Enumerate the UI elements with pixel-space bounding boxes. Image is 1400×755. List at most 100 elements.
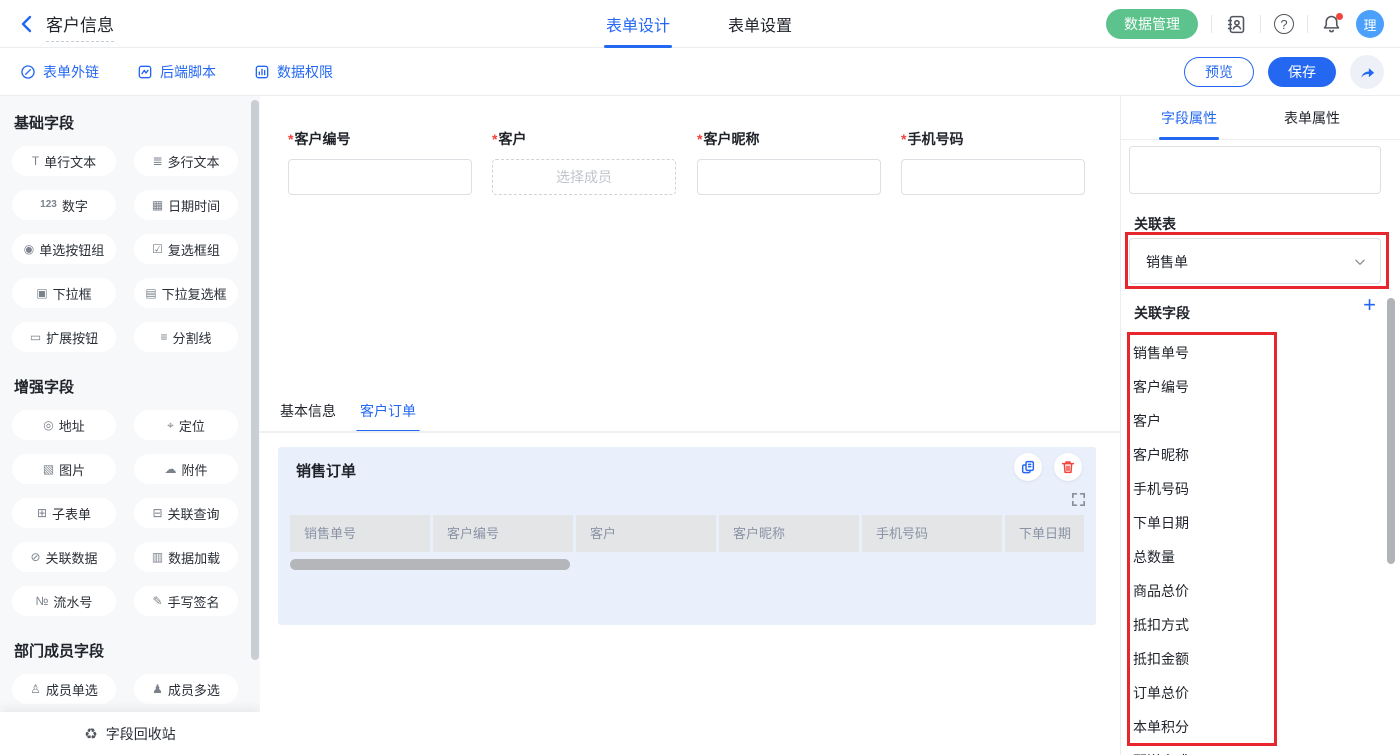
tab-form-settings[interactable]: 表单设置 bbox=[728, 0, 792, 48]
member-select-box[interactable]: 选择成员 bbox=[492, 159, 676, 195]
palette-item-single-line-text[interactable]: T单行文本 bbox=[12, 146, 116, 176]
related-field-item[interactable]: 本单积分 bbox=[1133, 710, 1189, 744]
palette-item-label: 下拉复选框 bbox=[162, 284, 227, 303]
related-field-item[interactable]: 客户编号 bbox=[1133, 370, 1189, 404]
help-icon[interactable]: ? bbox=[1274, 14, 1294, 34]
tab-basic-info[interactable]: 基本信息 bbox=[280, 401, 336, 433]
palette-item-divider-line[interactable]: ≡分割线 bbox=[134, 322, 238, 352]
subform-title: 销售订单 bbox=[296, 460, 356, 481]
palette-item-location[interactable]: ⌖定位 bbox=[134, 410, 238, 440]
palette-item-label: 数据加载 bbox=[168, 548, 220, 567]
palette-item-attachment[interactable]: ☁附件 bbox=[134, 454, 238, 484]
palette-item-label: 日期时间 bbox=[168, 196, 220, 215]
related-field-item[interactable]: 商品总价 bbox=[1133, 574, 1189, 608]
contacts-icon[interactable] bbox=[1225, 13, 1247, 35]
dropdown-icon: ▣ bbox=[36, 287, 47, 299]
palette-item-related-data[interactable]: ⊘关联数据 bbox=[12, 542, 116, 572]
tab-form-properties[interactable]: 表单属性 bbox=[1284, 108, 1340, 140]
customer-nickname-input[interactable] bbox=[697, 159, 881, 195]
external-link-button[interactable]: 表单外链 bbox=[20, 62, 99, 82]
notification-bell-icon[interactable] bbox=[1321, 13, 1343, 35]
related-data-icon: ⊘ bbox=[30, 551, 40, 563]
field-recycle-bin[interactable]: ♻ 字段回收站 bbox=[0, 712, 260, 755]
related-field-item[interactable]: 手机号码 bbox=[1133, 472, 1189, 506]
palette-item-subform[interactable]: ⊞子表单 bbox=[12, 498, 116, 528]
palette-item-label: 关联查询 bbox=[168, 504, 220, 523]
related-field-item[interactable]: 抵扣金额 bbox=[1133, 642, 1189, 676]
add-field-button[interactable]: + bbox=[1363, 294, 1376, 316]
palette-item-label: 复选框组 bbox=[168, 240, 220, 259]
palette-item-dropdown[interactable]: ▣下拉框 bbox=[12, 278, 116, 308]
tabs-divider bbox=[260, 431, 1120, 433]
required-mark: * bbox=[697, 131, 702, 147]
tab-customer-orders[interactable]: 客户订单 bbox=[360, 401, 416, 433]
notification-dot bbox=[1336, 13, 1343, 20]
palette-item-serial-number[interactable]: №流水号 bbox=[12, 586, 116, 616]
copy-button[interactable] bbox=[1014, 453, 1042, 481]
field-name-input[interactable] bbox=[1129, 146, 1381, 194]
palette-item-radio-group[interactable]: ◉单选按钮组 bbox=[12, 234, 116, 264]
related-fields-label: 关联字段 bbox=[1134, 303, 1190, 323]
share-button[interactable] bbox=[1350, 55, 1384, 89]
related-field-item[interactable]: 销售单号 bbox=[1133, 336, 1189, 370]
tab-field-properties[interactable]: 字段属性 bbox=[1161, 108, 1217, 140]
header-actions: 数据管理 ? 理 bbox=[1106, 0, 1384, 48]
palette-item-label: 定位 bbox=[179, 416, 205, 435]
field-label: *客户编号 bbox=[288, 129, 472, 149]
palette-item-member-multi[interactable]: ♟成员多选 bbox=[134, 674, 238, 704]
related-field-list: 销售单号 客户编号 客户 客户昵称 手机号码 下单日期 总数量 商品总价 抵扣方… bbox=[1133, 336, 1189, 755]
sales-order-subform[interactable]: 销售订单 销售单号 bbox=[278, 447, 1096, 625]
divider bbox=[1307, 15, 1308, 33]
palette-item-address[interactable]: ◎地址 bbox=[12, 410, 116, 440]
palette-item-label: 图片 bbox=[59, 460, 85, 479]
field-customer-nickname[interactable]: *客户昵称 bbox=[697, 129, 881, 195]
backend-script-button[interactable]: 后端脚本 bbox=[137, 62, 216, 82]
sidebar-scrollbar[interactable] bbox=[251, 100, 259, 660]
palette-item-number[interactable]: 123数字 bbox=[12, 190, 116, 220]
related-field-item[interactable]: 下单日期 bbox=[1133, 506, 1189, 540]
trash-button[interactable] bbox=[1054, 453, 1082, 481]
field-customer[interactable]: *客户 选择成员 bbox=[492, 129, 676, 195]
related-field-item[interactable]: 客户昵称 bbox=[1133, 438, 1189, 472]
palette-item-label: 分割线 bbox=[173, 328, 212, 347]
field-palette-sidebar: 基础字段 T单行文本 ≣多行文本 123数字 ▦日期时间 ◉单选按钮组 ☑复选框… bbox=[0, 96, 260, 755]
field-customer-code[interactable]: *客户编号 bbox=[288, 129, 472, 195]
related-field-item[interactable]: 总数量 bbox=[1133, 540, 1189, 574]
palette-item-signature[interactable]: ✎手写签名 bbox=[134, 586, 238, 616]
panel-scrollbar[interactable] bbox=[1387, 298, 1395, 564]
related-field-item[interactable]: 订单总价 bbox=[1133, 676, 1189, 710]
expand-icon[interactable] bbox=[1070, 491, 1087, 508]
extend-button-icon: ▭ bbox=[30, 331, 41, 343]
palette-item-image[interactable]: ▧图片 bbox=[12, 454, 116, 484]
related-field-item[interactable]: 抵扣方式 bbox=[1133, 608, 1189, 642]
canvas-section-tabs: 基本信息 客户订单 bbox=[280, 401, 416, 433]
palette-item-related-query[interactable]: ⊟关联查询 bbox=[134, 498, 238, 528]
subform-horizontal-scrollbar[interactable] bbox=[290, 559, 570, 570]
palette-item-member-single[interactable]: ♙成员单选 bbox=[12, 674, 116, 704]
tab-form-design[interactable]: 表单设计 bbox=[606, 0, 670, 48]
single-line-text-icon: T bbox=[32, 155, 39, 167]
palette-item-extend-button[interactable]: ▭扩展按钮 bbox=[12, 322, 116, 352]
save-button[interactable]: 保存 bbox=[1268, 57, 1336, 87]
customer-code-input[interactable] bbox=[288, 159, 472, 195]
attachment-cloud-icon: ☁ bbox=[164, 463, 176, 475]
form-title[interactable]: 客户信息 bbox=[46, 11, 114, 42]
preview-button[interactable]: 预览 bbox=[1184, 57, 1254, 87]
palette-item-multi-dropdown[interactable]: ▤下拉复选框 bbox=[134, 278, 238, 308]
back-icon[interactable] bbox=[16, 13, 38, 35]
column-header: 客户编号 bbox=[433, 515, 573, 552]
palette-item-multi-line-text[interactable]: ≣多行文本 bbox=[134, 146, 238, 176]
palette-item-label: 数字 bbox=[62, 196, 88, 215]
related-field-item[interactable]: 配送方式 bbox=[1133, 744, 1189, 755]
field-phone-number[interactable]: *手机号码 bbox=[901, 129, 1085, 195]
related-table-select[interactable]: 销售单 bbox=[1129, 238, 1381, 284]
data-permission-button[interactable]: 数据权限 bbox=[254, 62, 333, 82]
required-mark: * bbox=[288, 131, 293, 147]
phone-number-input[interactable] bbox=[901, 159, 1085, 195]
avatar[interactable]: 理 bbox=[1356, 10, 1384, 38]
related-field-item[interactable]: 客户 bbox=[1133, 404, 1189, 438]
palette-item-checkbox-group[interactable]: ☑复选框组 bbox=[134, 234, 238, 264]
palette-item-data-load[interactable]: ▥数据加载 bbox=[134, 542, 238, 572]
data-manage-button[interactable]: 数据管理 bbox=[1106, 9, 1198, 39]
palette-item-datetime[interactable]: ▦日期时间 bbox=[134, 190, 238, 220]
